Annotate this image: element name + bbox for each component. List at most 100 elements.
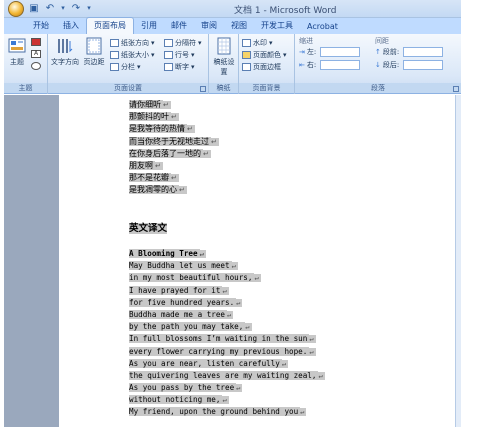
tab-0[interactable]: 开始	[26, 18, 56, 34]
line-numbers-button[interactable]: 行号 ▾	[164, 50, 195, 60]
line-text: every flower carrying my previous hope.	[129, 346, 310, 356]
document-line: In full blossoms I’m waiting in the sun ↵	[129, 334, 325, 346]
line-text: May Buddha let us meet	[129, 261, 232, 271]
dropdown-arrow-icon: ▾	[151, 39, 155, 47]
theme-effects-icon[interactable]	[31, 62, 41, 70]
page-setup-group: 文字方向 页边距 纸张方向 ▾ 纸张大小 ▾ 分栏 ▾ 分隔符 ▾ 行号 ▾ 断字 ▾ 页面…	[48, 34, 209, 94]
paragraph-mark: ↵	[171, 113, 179, 122]
paragraph-mark: ↵	[203, 149, 211, 158]
page-color-icon	[242, 51, 251, 59]
document-line: As you pass by the tree ↵	[129, 383, 325, 395]
document-line: 在你身后落了一地的 ↵	[129, 148, 219, 160]
spacing-after-input[interactable]	[403, 60, 444, 70]
margins-icon	[86, 37, 102, 55]
document-line: 朋友啊 ↵	[129, 160, 219, 172]
tab-2[interactable]: 页面布局	[86, 17, 134, 34]
quick-access-toolbar: ▣ ↶ ▾ ↷ ▾	[28, 3, 92, 14]
title-bar: ▣ ↶ ▾ ↷ ▾ 文档 1 - Microsoft Word	[4, 0, 461, 18]
line-text: 而当你终于无视地走过	[129, 136, 211, 146]
document-line: by the path you may take, ↵	[129, 322, 325, 334]
hyphenation-button[interactable]: 断字 ▾	[164, 62, 195, 72]
margins-button[interactable]: 页边距	[82, 37, 106, 67]
undo-dropdown-icon[interactable]: ▾	[60, 3, 66, 14]
text-direction-icon	[58, 39, 73, 53]
line-text: by the path you may take,	[129, 322, 246, 332]
page-background-group: 水印 ▾ 页面颜色 ▾ 页面边框 页面背景	[239, 34, 295, 94]
paragraph-mark: ↵	[309, 335, 316, 344]
size-button[interactable]: 纸张大小 ▾	[110, 50, 155, 60]
document-line: without noticing me, ↵	[129, 395, 325, 407]
paragraph-mark: ↵	[155, 161, 163, 170]
page-color-button[interactable]: 页面颜色 ▾	[242, 50, 287, 60]
document-line: May Buddha let us meet ↵	[129, 261, 325, 273]
paragraph-mark: ↵	[199, 250, 206, 258]
spacing-after-row: ↓ 段后:	[375, 60, 444, 70]
document-line: in my most beautiful hours, ↵	[129, 273, 325, 285]
tab-3[interactable]: 引用	[134, 18, 164, 34]
indent-right-input[interactable]	[320, 60, 361, 70]
theme-group: 主题 A 主题	[4, 34, 48, 94]
paragraph-dialog-launcher-icon[interactable]	[453, 86, 459, 92]
title-text: A Blooming Tree	[129, 249, 200, 258]
window-title: 文档 1 - Microsoft Word	[234, 6, 337, 16]
columns-button[interactable]: 分栏 ▾	[110, 62, 141, 72]
document-line: I have prayed for it ↵	[129, 285, 325, 298]
tab-7[interactable]: 开发工具	[254, 18, 300, 34]
line-text: 请你细听	[129, 100, 163, 109]
paragraph-mark: ↵	[309, 347, 316, 356]
tab-4[interactable]: 邮件	[164, 18, 194, 34]
paragraph-group: 缩进 ⇥ 左: ⇤ 右: 间距 ↑ 段前: ↓ 段后: 段落	[295, 34, 461, 94]
line-text: Buddha made me a tree	[129, 309, 228, 319]
line-text: 在你身后落了一地的	[129, 148, 203, 158]
paragraph-mark: ↵	[281, 359, 289, 368]
paragraph-mark: ↵	[187, 125, 195, 134]
line-text: I have prayed for it	[129, 285, 223, 295]
spacing-heading: 间距	[375, 37, 389, 45]
spacing-before-input[interactable]	[403, 47, 444, 57]
undo-icon[interactable]: ↶	[44, 3, 56, 14]
line-text: 是我等待的热情	[129, 124, 187, 134]
text-direction-button[interactable]: 文字方向	[51, 37, 79, 67]
page-borders-button[interactable]: 页面边框	[242, 62, 281, 72]
redo-icon[interactable]: ↷	[70, 3, 82, 14]
indent-left-input[interactable]	[320, 47, 361, 57]
theme-group-label: 主题	[4, 83, 47, 93]
document-line: As you are near, listen carefully ↵	[129, 358, 325, 371]
paragraph-mark: ↵	[318, 371, 325, 380]
line-text: 那不是花瓣	[129, 173, 171, 183]
document-line: 请你细听 ↵	[129, 99, 219, 111]
line-text: 是我凋零的心	[129, 185, 179, 195]
breaks-button[interactable]: 分隔符 ▾	[164, 38, 202, 48]
tab-6[interactable]: 视图	[224, 18, 254, 34]
english-translation-heading: 英文译文	[129, 223, 168, 234]
document-line: for five hundred years. ↵	[129, 297, 325, 310]
paragraph-mark: ↵	[222, 396, 229, 405]
paragraph-group-label: 段落	[295, 83, 461, 93]
line-text: 朋友啊	[129, 160, 155, 170]
document-page[interactable]: 请你细听 ↵ 那颤抖的叶 ↵ 是我等待的热情 ↵ 而当你终于无视地走过 ↵ 在你身后落了一地的 ↵…	[59, 95, 455, 427]
orientation-button[interactable]: 纸张方向 ▾	[110, 38, 155, 48]
page-background-group-label: 页面背景	[239, 83, 294, 93]
office-button[interactable]	[8, 1, 24, 17]
watermark-button[interactable]: 水印 ▾	[242, 38, 273, 48]
paragraph-mark: ↵	[163, 101, 171, 109]
spacing-after-icon: ↓	[375, 61, 381, 69]
themes-button[interactable]: 主题	[6, 37, 28, 67]
theme-fonts-icon[interactable]: A	[31, 50, 41, 58]
manuscript-group: 稿纸设置 稿纸	[209, 34, 239, 94]
customize-qat-icon[interactable]: ▾	[86, 3, 92, 14]
paragraph-mark: ↵	[236, 384, 243, 393]
tab-5[interactable]: 审阅	[194, 18, 224, 34]
paragraph-mark: ↵	[254, 274, 261, 283]
document-line: 而当你终于无视地走过 ↵	[129, 136, 219, 148]
theme-colors-icon[interactable]	[31, 38, 41, 46]
tab-1[interactable]: 插入	[56, 18, 86, 34]
dropdown-arrow-icon: ▾	[269, 39, 273, 47]
save-icon[interactable]: ▣	[28, 3, 40, 14]
tab-8[interactable]: Acrobat	[300, 20, 345, 34]
page-setup-dialog-launcher-icon[interactable]	[200, 86, 206, 92]
document-line: 那颤抖的叶 ↵	[129, 111, 219, 123]
watermark-icon	[242, 39, 251, 47]
chinese-poem: 请你细听 ↵ 那颤抖的叶 ↵ 是我等待的热情 ↵ 而当你终于无视地走过 ↵ 在你身后落了一地的 ↵…	[129, 95, 219, 197]
manuscript-setup-button[interactable]: 稿纸设置	[211, 37, 237, 77]
